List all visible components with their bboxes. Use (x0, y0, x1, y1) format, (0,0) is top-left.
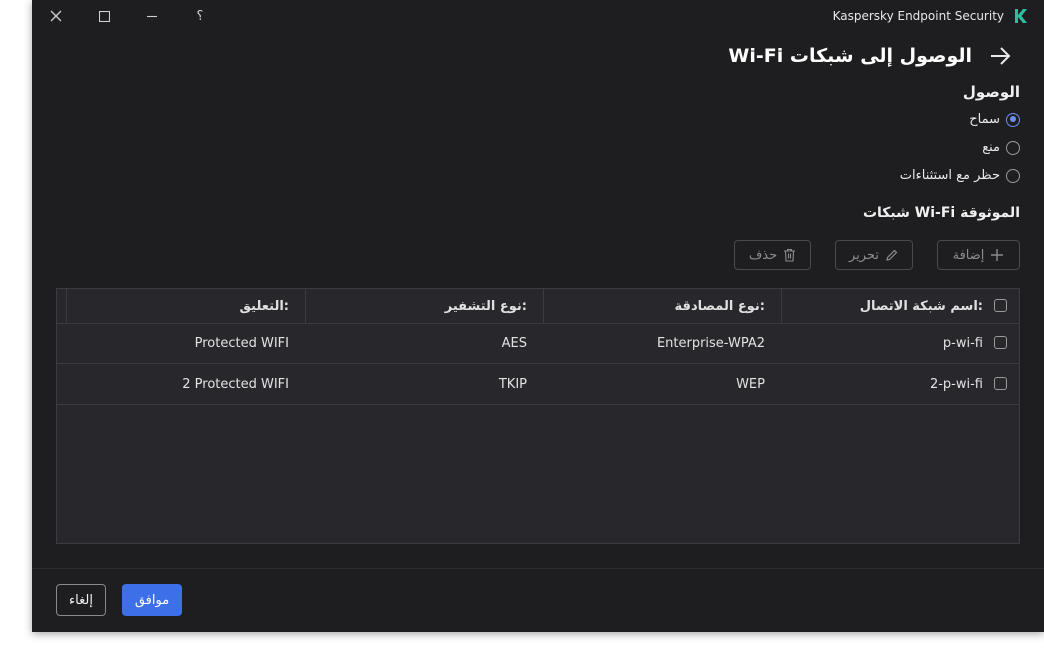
add-button[interactable]: إضافة (937, 240, 1020, 270)
comment-cell: Protected WIFI (194, 335, 289, 351)
radio-button-checked[interactable] (1006, 112, 1020, 127)
table-row[interactable]: 2-p-wi-fi WEP TKIP 2 Protected WIFI (57, 364, 1019, 405)
column-header-auth[interactable]: نوع المصادقة: (675, 289, 765, 323)
help-icon: ؟ (196, 8, 204, 24)
add-button-label: إضافة (952, 247, 985, 263)
network-name-cell: 2-p-wi-fi (929, 376, 983, 392)
column-header-encryption[interactable]: نوع التشفير: (445, 289, 527, 323)
app-title: Kaspersky Endpoint Security (832, 9, 1004, 23)
app-window: ؟ Kaspersky Endpoint Security الوصول إلى… (32, 0, 1044, 632)
comment-cell: 2 Protected WIFI (182, 376, 289, 392)
table-row[interactable]: p-wi-fi Enterprise-WPA2 AES Protected WI… (57, 323, 1019, 364)
kaspersky-logo-icon (1015, 9, 1027, 23)
network-name-cell: p-wi-fi (942, 335, 983, 351)
column-divider (66, 289, 67, 323)
pencil-icon (886, 249, 898, 261)
auth-type-cell: WEP (736, 376, 765, 392)
page-header: الوصول إلى شبكات Wi-Fi (728, 44, 1012, 68)
encryption-type-cell: AES (501, 335, 527, 351)
plus-icon (991, 249, 1004, 261)
column-divider (781, 289, 782, 323)
column-divider (543, 289, 544, 323)
ok-button[interactable]: موافق (122, 584, 182, 616)
row-checkbox[interactable] (994, 336, 1007, 349)
trash-icon (784, 248, 796, 262)
radio-button[interactable] (1006, 168, 1020, 183)
select-all-checkbox[interactable] (994, 299, 1007, 312)
delete-button-label: حذف (748, 247, 778, 263)
radio-label: منع (982, 140, 1000, 155)
encryption-type-cell: TKIP (498, 376, 527, 392)
minimize-icon (147, 15, 157, 18)
help-button[interactable]: ؟ (176, 0, 224, 32)
page-title: الوصول إلى شبكات Wi-Fi (728, 45, 972, 67)
maximize-button[interactable] (80, 0, 128, 32)
minimize-button[interactable] (128, 0, 176, 32)
radio-label: سماح (969, 112, 1000, 127)
radio-allow[interactable]: سماح (969, 112, 1020, 127)
networks-table: اسم شبكة الاتصال: نوع المصادقة: نوع التش… (56, 288, 1020, 544)
table-header: اسم شبكة الاتصال: نوع المصادقة: نوع التش… (57, 289, 1019, 324)
edit-button-label: تحرير (849, 247, 879, 263)
radio-button[interactable] (1006, 140, 1020, 155)
footer-divider (32, 568, 1044, 569)
close-icon (50, 10, 62, 22)
back-arrow-icon (991, 47, 1011, 65)
close-button[interactable] (32, 0, 80, 32)
delete-button[interactable]: حذف (734, 240, 811, 270)
column-header-name[interactable]: اسم شبكة الاتصال: (860, 289, 983, 323)
back-button[interactable] (988, 44, 1012, 68)
access-section-label: الوصول (962, 83, 1020, 101)
maximize-icon (98, 10, 110, 22)
radio-block[interactable]: منع (982, 140, 1020, 155)
radio-block-with-exceptions[interactable]: حظر مع استثناءات (900, 168, 1020, 183)
column-divider (305, 289, 306, 323)
title-bar: ؟ Kaspersky Endpoint Security (32, 0, 1044, 32)
trusted-networks-label: شبكات Wi-Fi الموثوقة (862, 205, 1020, 221)
radio-label: حظر مع استثناءات (899, 168, 1000, 183)
row-checkbox[interactable] (994, 377, 1007, 390)
column-header-comment[interactable]: التعليق: (239, 289, 289, 323)
edit-button[interactable]: تحرير (835, 240, 913, 270)
cancel-button[interactable]: إلغاء (56, 584, 106, 616)
auth-type-cell: Enterprise-WPA2 (656, 335, 765, 351)
